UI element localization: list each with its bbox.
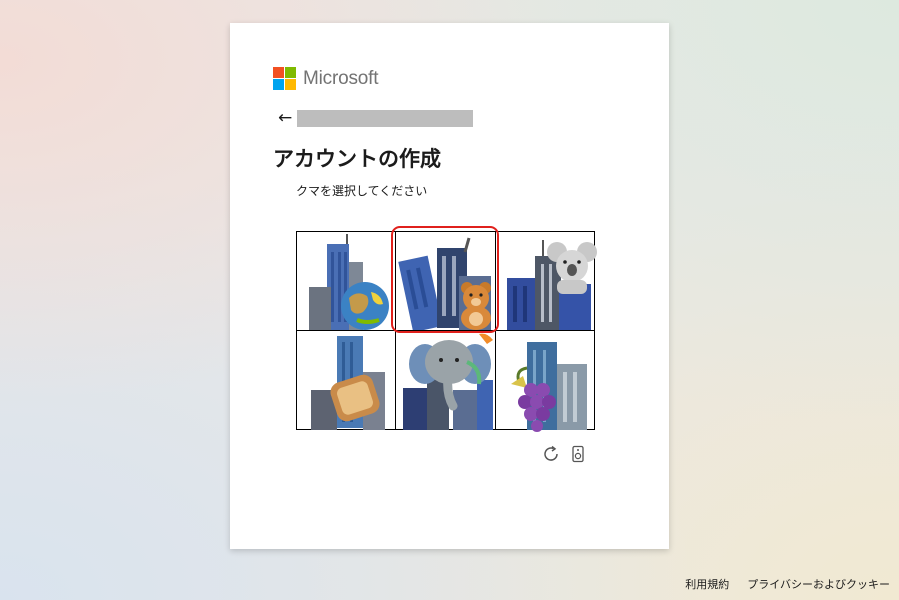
captcha-tile-koala[interactable] xyxy=(497,232,597,332)
microsoft-logo-icon xyxy=(273,67,296,90)
grid-divider xyxy=(297,330,594,331)
bear-icon xyxy=(398,237,491,332)
elephant-icon xyxy=(403,333,493,430)
masked-email xyxy=(297,110,474,127)
page-title: アカウントの作成 xyxy=(273,147,441,171)
identity-row: ← xyxy=(278,110,474,127)
captcha-tile-grapes[interactable] xyxy=(497,332,597,432)
building-globe-icon xyxy=(309,234,389,330)
footer-links: 利用規約 プライバシーおよびクッキー xyxy=(685,576,890,592)
microsoft-logo: Microsoft xyxy=(273,67,378,90)
captcha-tile-bear[interactable] xyxy=(397,232,497,332)
koala-icon xyxy=(507,240,597,330)
captcha-prompt: クマを選択してください xyxy=(296,184,428,198)
privacy-link[interactable]: プライバシーおよびクッキー xyxy=(747,576,890,592)
captcha-tile-bread[interactable] xyxy=(297,332,397,432)
logo-text: Microsoft xyxy=(303,67,379,89)
captcha-tile-globe[interactable] xyxy=(297,232,397,332)
terms-link[interactable]: 利用規約 xyxy=(685,576,729,592)
captcha-tile-elephant[interactable] xyxy=(397,332,497,432)
refresh-icon[interactable] xyxy=(541,444,561,464)
audio-icon[interactable] xyxy=(568,444,588,464)
grapes-icon xyxy=(511,342,587,432)
back-arrow-icon[interactable]: ← xyxy=(278,110,292,127)
captcha-grid xyxy=(296,231,597,432)
bread-icon xyxy=(311,336,385,430)
signup-card: Microsoft ← アカウントの作成 クマを選択してください xyxy=(230,23,669,549)
